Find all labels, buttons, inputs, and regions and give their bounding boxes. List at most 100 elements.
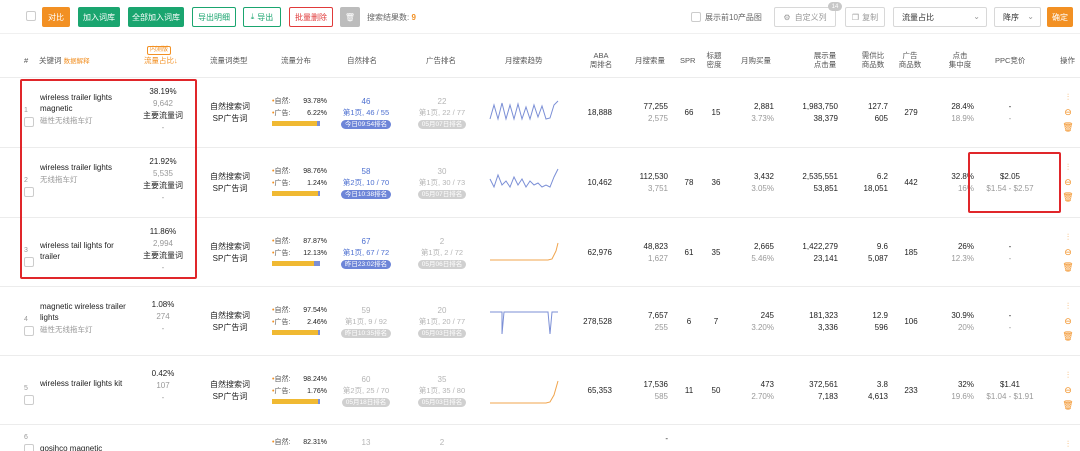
keyword-cell[interactable]: wireless trailer lights kit — [40, 378, 136, 389]
impressions: 372,561 — [809, 380, 838, 389]
natural-rank-cell[interactable]: 46 第1页, 46 / 55 今日09:54排名 — [336, 96, 396, 129]
col-impressions[interactable]: 展示量 点击量 — [812, 51, 838, 69]
keyword-text[interactable]: wireless trailer lights kit — [40, 379, 122, 388]
ppc-cell: $1.41 $1.04 - $1.91 — [978, 379, 1042, 403]
product-count: 596 — [874, 323, 888, 332]
trend-sparkline[interactable] — [488, 306, 560, 338]
data-explain-link[interactable]: 数据解释 — [64, 58, 90, 65]
delete-icon[interactable]: 🗑 — [1062, 260, 1074, 275]
batch-delete-button[interactable]: 批量删除 — [289, 7, 333, 27]
col-share[interactable]: 流量占比↓ — [144, 56, 178, 65]
delete-icon[interactable]: 🗑 — [1062, 398, 1074, 413]
ad-rank-cell[interactable]: 30 第1页, 30 / 73 05月07日排名 — [412, 166, 472, 199]
ppc-range: - — [1008, 323, 1012, 332]
col-density[interactable]: 标题 密度 — [704, 51, 724, 69]
show-top10-label: 展示前10产品图 — [705, 13, 762, 22]
trend-sparkline[interactable] — [488, 375, 560, 407]
chart-icon[interactable]: ⫶ — [1062, 437, 1074, 451]
delete-icon[interactable]: 🗑 — [1062, 120, 1074, 135]
more-icon[interactable]: ⊖ — [1062, 245, 1074, 260]
confirm-button[interactable]: 确定 — [1047, 7, 1073, 27]
row-checkbox[interactable] — [24, 395, 34, 405]
click-concentration: 30.9% — [951, 311, 974, 320]
export-button[interactable]: ⤓ 导出 — [243, 7, 281, 27]
col-monthly[interactable]: 月搜索量 — [635, 56, 665, 65]
monthly-search-cell: 112,530 3,751 — [630, 171, 668, 195]
trash-button[interactable]: 🗑 — [340, 7, 360, 27]
copy-button[interactable]: ❐ 复制 — [845, 7, 885, 27]
more-icon[interactable]: ⊖ — [1062, 383, 1074, 398]
row-checkbox[interactable] — [24, 326, 34, 336]
flow-natural: 93.78% — [303, 98, 327, 105]
col-concentration[interactable]: 点击 集中度 — [947, 51, 973, 69]
ad-rank-cell[interactable]: 22 第1页, 22 / 77 05月07日排名 — [412, 96, 472, 129]
trend-sparkline[interactable] — [488, 167, 560, 199]
monthly-buy-cell: 3,432 3.05% — [740, 171, 774, 195]
add-all-library-button[interactable]: 全部加入词库 — [128, 7, 184, 27]
more-icon[interactable]: ⊖ — [1062, 314, 1074, 329]
keyword-text[interactable]: gosihco magnetic — [40, 444, 102, 451]
col-supply-ratio[interactable]: 需供比 商品数 — [860, 51, 886, 69]
keyword-type-cell: 自然搜索词 SP广告词 — [200, 379, 260, 403]
chart-icon[interactable]: ⫶ — [1062, 368, 1074, 383]
natural-rank-cell[interactable]: 58 第2页, 10 / 70 今日10:38排名 — [336, 166, 396, 199]
export-label: 导出 — [257, 12, 274, 22]
chart-icon[interactable]: ⫶ — [1062, 90, 1074, 105]
click-concentration-cell: 32% 19.6% — [940, 379, 974, 403]
keyword-cell[interactable]: magnetic wireless trailer lights 磁性无线拖车灯 — [40, 301, 136, 335]
share-percent: 0.42% — [151, 369, 175, 378]
aba-rank: 10,462 — [587, 178, 612, 187]
col-aba[interactable]: ABA 周排名 — [588, 51, 614, 69]
impressions: 2,535,551 — [802, 172, 838, 181]
flow-ad: 6.22% — [307, 110, 327, 117]
monthly-search: - — [665, 434, 668, 443]
sort-field-select[interactable]: 流量占比 ⌄ — [893, 7, 987, 27]
ad-rank-cell[interactable]: 35 第1页, 35 / 80 05月03日排名 — [412, 374, 472, 407]
compare-button[interactable]: 对比 — [42, 7, 70, 27]
monthly-buy: 2,881 — [753, 102, 774, 111]
ad-products-value: 106 — [904, 317, 918, 326]
natural-rank-page: 第1页, 9 / 92 — [344, 317, 388, 326]
chevron-down-icon: ⌄ — [1027, 12, 1034, 21]
keyword-cell[interactable]: gosihco magnetic — [40, 443, 136, 451]
add-library-button[interactable]: 加入词库 — [78, 7, 120, 27]
col-spr[interactable]: SPR — [680, 56, 695, 65]
table-row: 6 gosihco magnetic •自然: 82.31% 13 2 - ⫶ — [0, 425, 1080, 451]
select-all-checkbox[interactable] — [26, 11, 36, 21]
ad-rank-cell[interactable]: 2 第1页, 2 / 72 05月06日排名 — [412, 236, 472, 269]
more-icon[interactable]: ⊖ — [1062, 105, 1074, 120]
ad-rank-cell[interactable]: 2 — [412, 437, 472, 448]
natural-rank: 60 — [361, 375, 371, 384]
delete-icon[interactable]: 🗑 — [1062, 329, 1074, 344]
chart-icon[interactable]: ⫶ — [1062, 230, 1074, 245]
ppc-range: - — [1008, 114, 1012, 123]
show-top10-checkbox[interactable] — [691, 12, 701, 22]
sort-order-select[interactable]: 降序 ⌄ — [994, 7, 1041, 27]
col-monthly-buy[interactable]: 月购买量 — [741, 56, 771, 65]
natural-rank-cell[interactable]: 67 第1页, 67 / 72 昨日23:02排名 — [336, 236, 396, 269]
natural-rank-cell[interactable]: 60 第2页, 25 / 70 05月18日排名 — [336, 374, 396, 407]
col-ppc[interactable]: PPC竞价 — [995, 56, 1025, 65]
col-conc-l2: 集中度 — [948, 60, 972, 69]
col-ad-products[interactable]: 广告 商品数 — [897, 51, 923, 69]
supply-ratio-cell: 3.8 4,613 — [850, 379, 888, 403]
chart-icon[interactable]: ⫶ — [1062, 299, 1074, 314]
custom-columns-badge: 14 — [828, 2, 842, 11]
trend-sparkline[interactable] — [488, 237, 560, 269]
ad-rank-time: 05月03日排名 — [417, 398, 467, 407]
custom-columns-button[interactable]: ⚙ 自定义列 — [774, 7, 836, 27]
natural-rank-cell[interactable]: 13 — [336, 437, 396, 448]
chart-icon[interactable]: ⫶ — [1062, 160, 1074, 175]
more-icon[interactable]: ⊖ — [1062, 175, 1074, 190]
aba-rank: 65,353 — [587, 386, 612, 395]
row-checkbox[interactable] — [24, 444, 34, 451]
ad-rank-cell[interactable]: 20 第1页, 20 / 77 05月03日排名 — [412, 305, 472, 338]
trend-sparkline[interactable] — [488, 97, 560, 129]
export-detail-button[interactable]: 导出明细 — [192, 7, 236, 27]
delete-icon[interactable]: 🗑 — [1062, 190, 1074, 205]
impressions: 181,323 — [809, 311, 838, 320]
col-aba-l2: 周排名 — [589, 60, 613, 69]
natural-rank-cell[interactable]: 59 第1页, 9 / 92 昨日10:35排名 — [336, 305, 396, 338]
keyword-text[interactable]: magnetic wireless trailer lights — [40, 302, 126, 322]
col-keyword[interactable]: 关键词 数据解释 — [39, 56, 90, 66]
